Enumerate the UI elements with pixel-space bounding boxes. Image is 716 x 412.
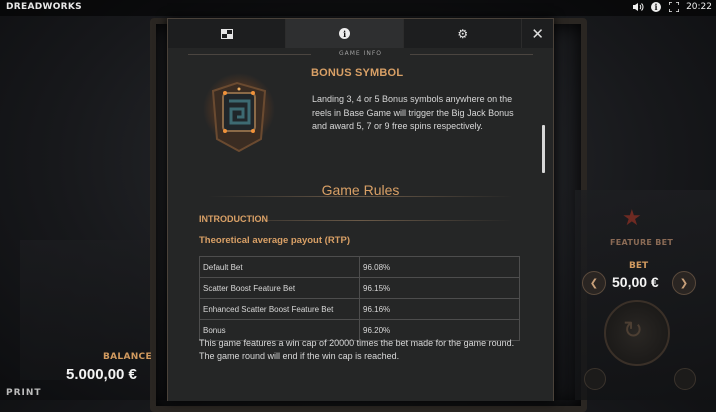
table-row: Scatter Boost Feature Bet 96.15% <box>199 277 520 299</box>
bet-value: 50,00 € <box>612 274 659 290</box>
table-row: Enhanced Scatter Boost Feature Bet 96.16… <box>199 298 520 320</box>
bonus-symbol-description: Landing 3, 4 or 5 Bonus symbols anywhere… <box>312 94 514 131</box>
game-info-modal: i ⚙ ✕ GAME INFO BONUS SYMBOL Landing 3, … <box>167 18 554 401</box>
table-row: Default Bet 96.08% <box>199 256 520 278</box>
bonus-symbol-title: BONUS SYMBOL <box>311 67 404 79</box>
rtp-heading: Theoretical average payout (RTP) <box>199 235 350 246</box>
close-icon: ✕ <box>531 24 544 43</box>
scrollbar-thumb[interactable] <box>542 125 545 173</box>
info-icon[interactable]: i <box>650 1 662 13</box>
fullscreen-icon[interactable] <box>668 1 680 13</box>
app-title: DREADWORKS <box>6 2 82 12</box>
top-bar: DREADWORKS i 20:22 <box>0 0 716 16</box>
volume-icon[interactable] <box>632 1 644 13</box>
balance-label: BALANCE <box>103 352 152 362</box>
tab-paytable[interactable] <box>168 19 287 48</box>
menu-button[interactable] <box>674 368 696 390</box>
rtp-label: Scatter Boost Feature Bet <box>199 277 360 299</box>
feature-bet-label[interactable]: FEATURE BET <box>610 238 673 247</box>
autoplay-button[interactable] <box>584 368 606 390</box>
close-button[interactable]: ✕ <box>522 19 553 48</box>
modal-content: BONUS SYMBOL Landing 3, 4 or 5 Bonus sym… <box>188 59 533 401</box>
gear-icon: ⚙ <box>457 26 469 41</box>
chevron-right-icon: ❯ <box>679 277 689 289</box>
bonus-symbol-image <box>203 73 275 153</box>
rtp-value: 96.15% <box>359 277 520 299</box>
rtp-value: 96.08% <box>359 256 520 278</box>
clock: 20:22 <box>686 2 712 12</box>
paytable-icon <box>220 28 233 39</box>
chevron-left-icon: ❮ <box>589 277 599 289</box>
rtp-label: Default Bet <box>199 256 360 278</box>
divider <box>410 54 533 55</box>
modal-tabs: i ⚙ ✕ <box>168 19 553 48</box>
bet-label: BET <box>629 261 649 271</box>
info-icon: i <box>339 28 351 39</box>
spin-icon: ↻ <box>623 316 644 344</box>
game-rules-title: Game Rules <box>321 182 400 198</box>
bet-decrease-button[interactable]: ❮ <box>582 271 606 295</box>
top-icons: i 20:22 <box>632 1 712 13</box>
rtp-table: Default Bet 96.08% Scatter Boost Feature… <box>199 256 520 341</box>
introduction-heading: INTRODUCTION <box>199 214 268 224</box>
bet-increase-button[interactable]: ❯ <box>672 271 696 295</box>
rtp-value: 96.16% <box>359 298 520 320</box>
print-logo: PRINT <box>6 388 42 398</box>
tab-info[interactable]: i <box>286 19 405 48</box>
balance-value: 5.000,00 € <box>66 366 137 383</box>
feature-star-icon: ★ <box>622 206 642 231</box>
spin-button[interactable]: ↻ <box>604 300 670 366</box>
rtp-label: Enhanced Scatter Boost Feature Bet <box>199 298 360 320</box>
win-cap-text: This game features a win cap of 20000 ti… <box>199 338 515 361</box>
tab-settings[interactable]: ⚙ <box>404 19 523 48</box>
